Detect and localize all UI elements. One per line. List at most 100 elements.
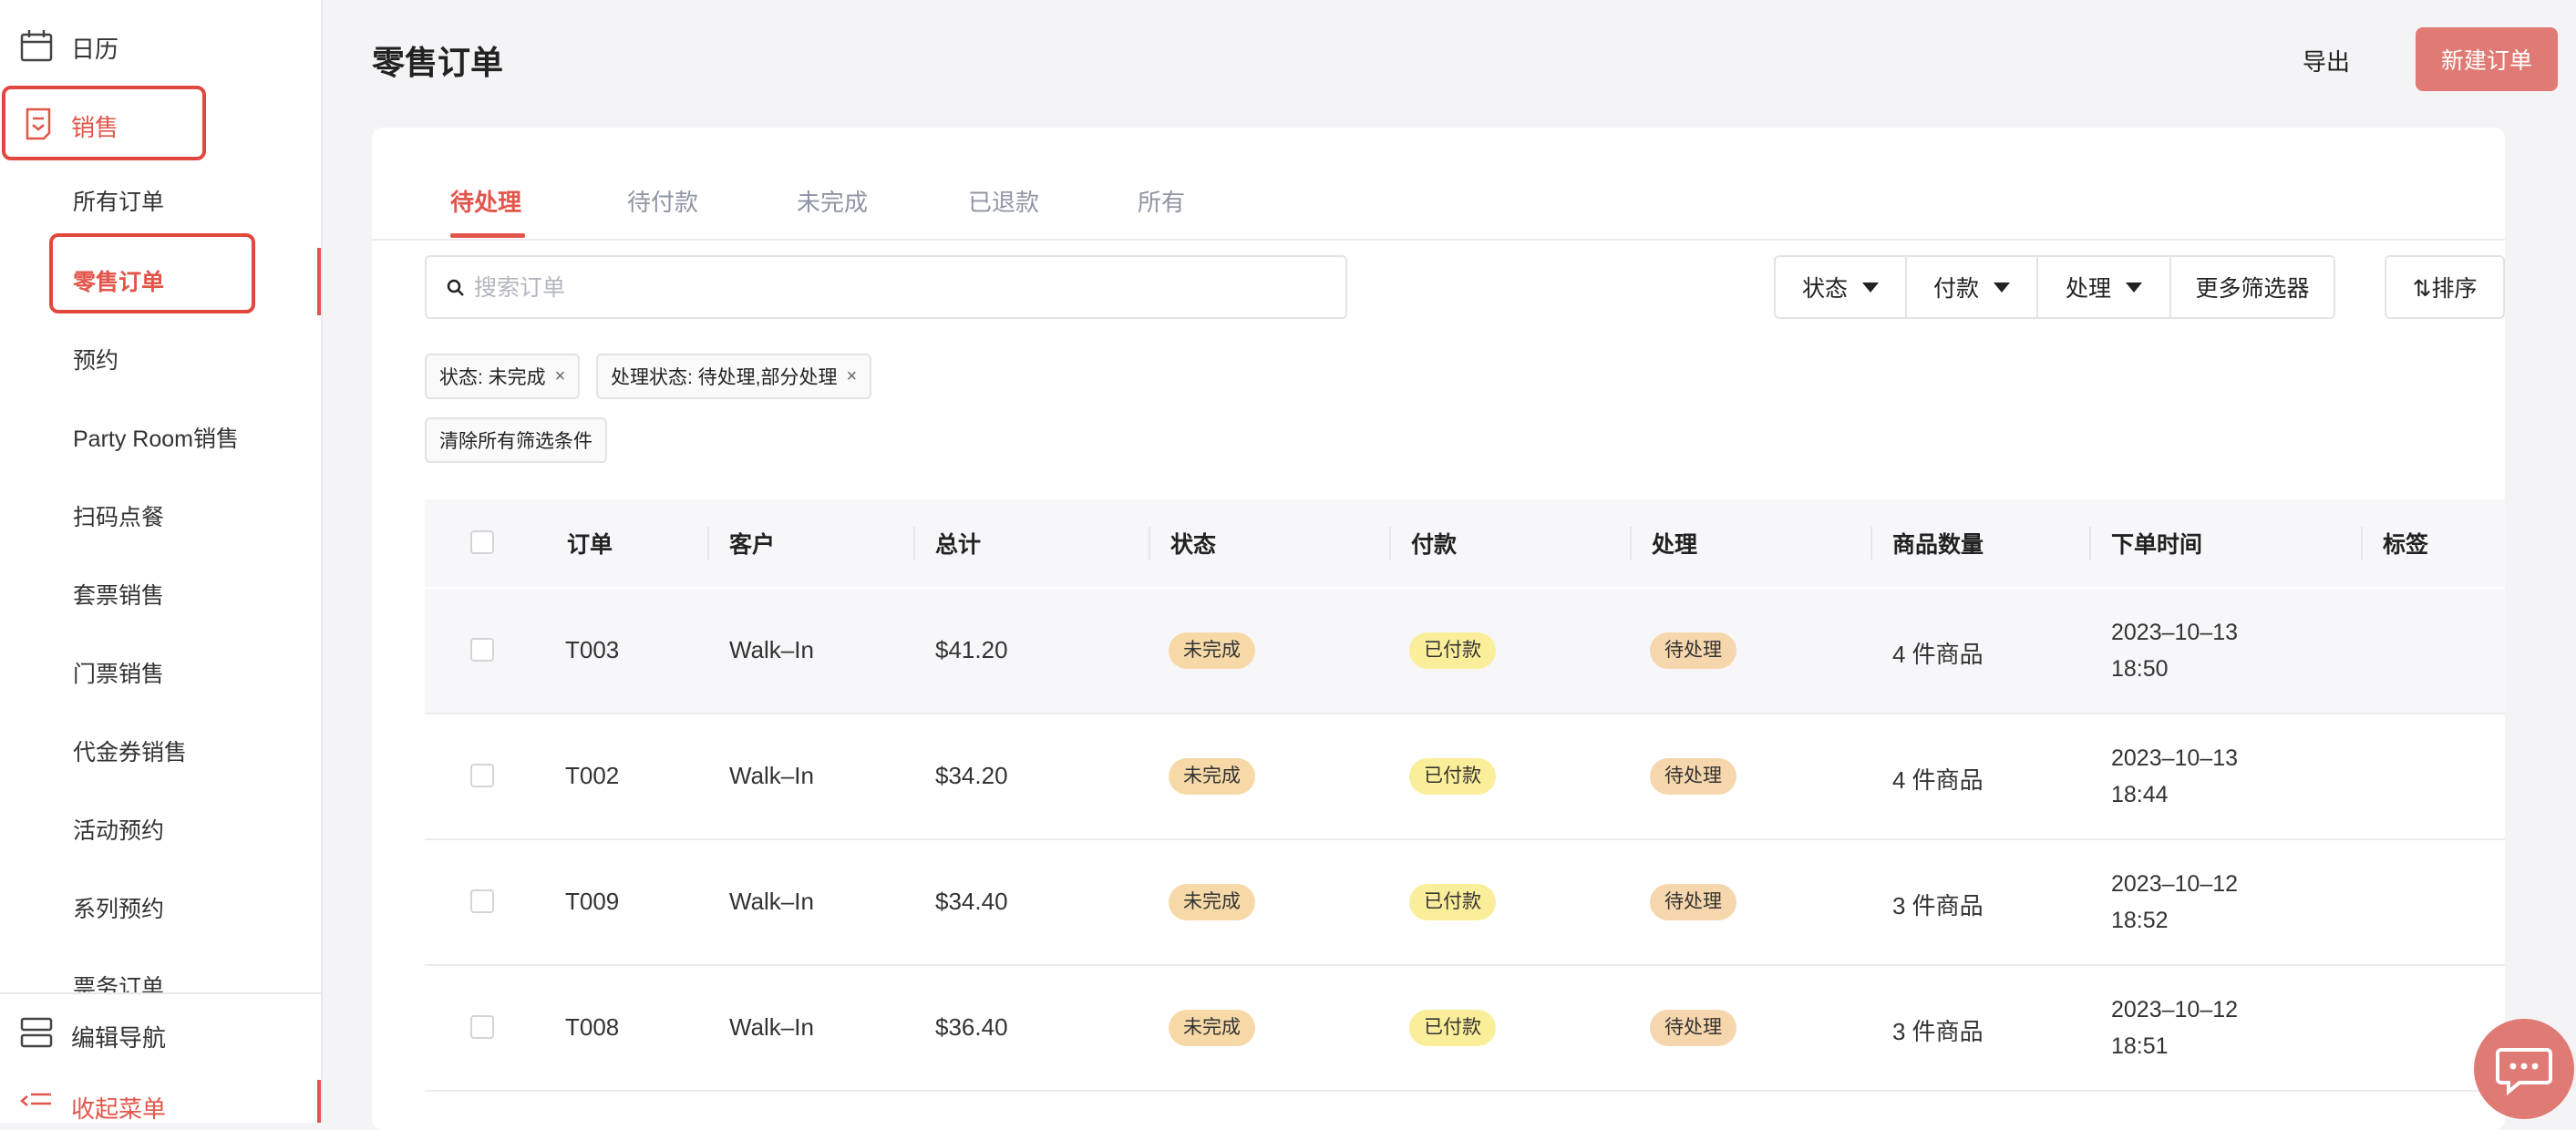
payment-badge: 已付款 — [1409, 1010, 1496, 1046]
sidebar-subitem-ticket-sales[interactable]: 门票销售 — [73, 656, 164, 693]
process-badge: 待处理 — [1650, 884, 1736, 920]
payment-badge: 已付款 — [1409, 632, 1496, 669]
collapse-menu-button[interactable]: 收起菜单 — [0, 1080, 321, 1123]
order-id[interactable]: T003 — [565, 636, 619, 664]
process-badge: 待处理 — [1650, 632, 1736, 669]
filter-chip-process: 处理状态: 待处理,部分处理 × — [596, 354, 872, 399]
status-badge: 未完成 — [1169, 758, 1255, 795]
total: $34.20 — [935, 762, 1008, 789]
column-separator — [2361, 527, 2363, 560]
process-filter-label: 处理 — [2065, 276, 2111, 302]
table-row[interactable]: T003 Walk–In $41.20 未完成 已付款 待处理 4 件商品 20… — [425, 589, 2505, 714]
sidebar-subitem-reservation[interactable]: 预约 — [73, 343, 118, 379]
chip-label: 处理状态: 待处理,部分处理 — [611, 367, 838, 388]
column-separator — [1149, 527, 1150, 560]
process-badge: 待处理 — [1650, 758, 1736, 795]
customer: Walk–In — [729, 636, 814, 663]
sidebar-subitem-scan-order[interactable]: 扫码点餐 — [73, 499, 164, 536]
close-icon[interactable]: × — [555, 366, 566, 387]
search-input[interactable] — [472, 268, 1296, 308]
payment-badge: 已付款 — [1409, 758, 1496, 795]
select-all-checkbox[interactable] — [470, 530, 494, 554]
sidebar-bottom: 编辑导航 收起菜单 — [0, 992, 321, 1123]
item-count: 4 件商品 — [1892, 641, 1984, 668]
table-row[interactable]: T002 Walk–In $34.20 未完成 已付款 待处理 4 件商品 20… — [425, 714, 2505, 840]
active-indicator — [317, 248, 321, 315]
tab-bar: 待处理 待付款 未完成 已退款 所有 — [372, 128, 2505, 241]
column-header-total[interactable]: 总计 — [935, 527, 981, 560]
sort-button[interactable]: ⇅排序 — [2385, 255, 2505, 319]
search-icon — [447, 279, 464, 296]
payment-filter-button[interactable]: 付款 — [1907, 257, 2038, 317]
order-time: 18:52 — [2111, 908, 2169, 933]
collapse-indicator — [317, 1080, 321, 1123]
order-time: 18:50 — [2111, 656, 2169, 682]
caret-down-icon — [1994, 282, 2010, 293]
tab-refunded[interactable]: 已退款 — [968, 184, 1039, 218]
row-checkbox[interactable] — [470, 889, 494, 913]
column-separator — [1630, 527, 1632, 560]
row-checkbox[interactable] — [470, 638, 494, 662]
column-header-status[interactable]: 状态 — [1170, 527, 1216, 560]
collapse-menu-icon — [20, 1093, 51, 1106]
item-count: 3 件商品 — [1892, 892, 1984, 919]
new-order-button[interactable]: 新建订单 — [2416, 27, 2558, 91]
export-button[interactable]: 导出 — [2303, 44, 2350, 77]
sidebar-subitem-party-room[interactable]: Party Room销售 — [73, 421, 239, 457]
sidebar-subitem-all-orders[interactable]: 所有订单 — [73, 184, 164, 221]
column-header-process[interactable]: 处理 — [1652, 527, 1697, 560]
column-separator — [2089, 527, 2091, 560]
item-count: 4 件商品 — [1892, 766, 1984, 794]
table-row[interactable]: T009 Walk–In $34.40 未完成 已付款 待处理 3 件商品 20… — [425, 840, 2505, 966]
sidebar-item-label: 日历 — [71, 36, 119, 63]
column-header-customer[interactable]: 客户 — [729, 527, 775, 560]
column-header-order-time[interactable]: 下单时间 — [2111, 527, 2202, 560]
column-header-order[interactable]: 订单 — [567, 527, 613, 560]
tab-pending[interactable]: 待处理 — [450, 184, 521, 218]
order-date: 2023–10–12 — [2111, 997, 2239, 1022]
calendar-icon — [20, 30, 53, 62]
filter-group: 状态 付款 处理 更多筛选器 — [1774, 255, 2335, 319]
order-id[interactable]: T002 — [565, 762, 619, 790]
order-date: 2023–10–13 — [2111, 620, 2239, 645]
process-filter-button[interactable]: 处理 — [2038, 257, 2171, 317]
filter-chip-status: 状态: 未完成 × — [425, 354, 581, 399]
customer: Walk–In — [729, 1013, 814, 1041]
payment-badge: 已付款 — [1409, 884, 1496, 920]
order-id[interactable]: T008 — [565, 1013, 619, 1042]
edit-nav-button[interactable]: 编辑导航 — [0, 1005, 321, 1060]
sidebar: 日历 销售 所有订单 零售订单 预约 Party Room销售 扫码点餐 套票销… — [0, 0, 323, 1123]
sidebar-subitem-package-sales[interactable]: 套票销售 — [73, 578, 164, 614]
column-header-payment[interactable]: 付款 — [1411, 527, 1457, 560]
status-filter-button[interactable]: 状态 — [1776, 257, 1907, 317]
more-filters-button[interactable]: 更多筛选器 — [2171, 257, 2334, 317]
edit-nav-icon — [20, 1017, 53, 1048]
row-checkbox[interactable] — [470, 1015, 494, 1039]
column-header-item-count[interactable]: 商品数量 — [1892, 527, 1984, 560]
clear-filters-button[interactable]: 清除所有筛选条件 — [425, 417, 607, 463]
search-box — [425, 255, 1347, 319]
sidebar-subitem-voucher-sales[interactable]: 代金券销售 — [73, 734, 187, 771]
tab-incomplete[interactable]: 未完成 — [797, 184, 868, 218]
table-header: 订单 客户 总计 状态 付款 处理 商品数量 下单时间 标签 — [425, 499, 2505, 587]
total: $36.40 — [935, 1013, 1008, 1041]
orders-card: 待处理 待付款 未完成 已退款 所有 状态 付款 处理 更多筛选器 ⇅排序 状态… — [372, 128, 2505, 1130]
row-checkbox[interactable] — [470, 764, 494, 787]
chat-button[interactable] — [2474, 1019, 2574, 1119]
payment-filter-label: 付款 — [1932, 276, 1979, 302]
tab-awaiting-payment[interactable]: 待付款 — [627, 184, 698, 218]
sidebar-subitem-series-booking[interactable]: 系列预约 — [73, 891, 164, 928]
total: $34.40 — [935, 888, 1008, 915]
order-id[interactable]: T009 — [565, 888, 619, 916]
caret-down-icon — [1862, 282, 1879, 293]
tab-all[interactable]: 所有 — [1138, 184, 1185, 218]
table-row[interactable]: T008 Walk–In $36.40 未完成 已付款 待处理 3 件商品 20… — [425, 966, 2505, 1092]
column-header-tags[interactable]: 标签 — [2383, 527, 2428, 560]
close-icon[interactable]: × — [847, 366, 858, 387]
column-separator — [913, 527, 915, 560]
sidebar-subitem-event-booking[interactable]: 活动预约 — [73, 813, 164, 849]
status-filter-label: 状态 — [1801, 276, 1848, 302]
order-time: 18:44 — [2111, 782, 2169, 807]
customer: Walk–In — [729, 888, 814, 915]
status-badge: 未完成 — [1169, 884, 1255, 920]
